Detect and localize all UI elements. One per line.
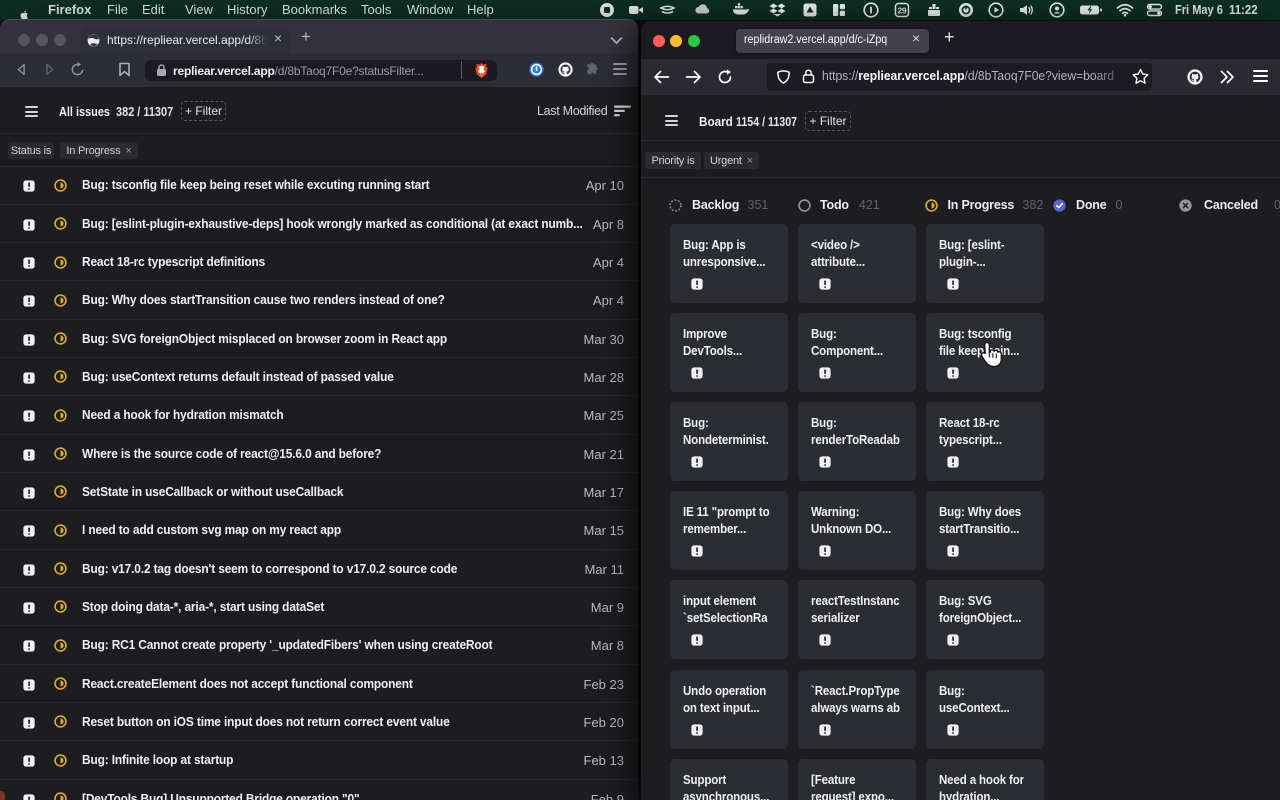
svg-text:29: 29 bbox=[897, 6, 907, 15]
